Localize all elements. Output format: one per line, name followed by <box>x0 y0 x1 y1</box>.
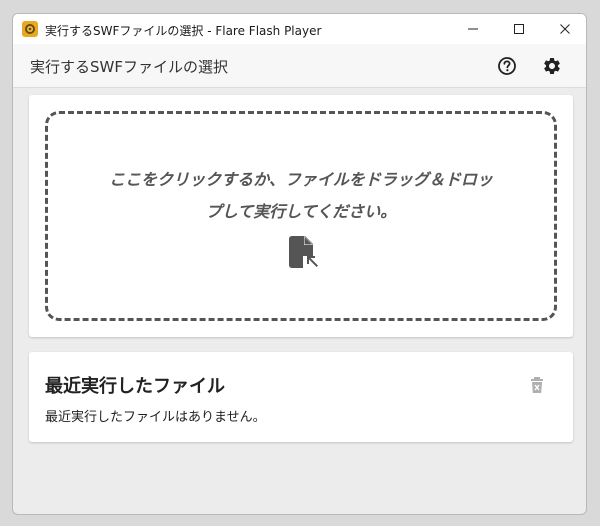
window-title: 実行するSWFファイルの選択 - Flare Flash Player <box>45 24 322 38</box>
close-button[interactable] <box>542 14 586 44</box>
maximize-button[interactable] <box>496 14 542 44</box>
title-bar[interactable]: 実行するSWFファイルの選択 - Flare Flash Player <box>13 14 586 44</box>
recent-files-title: 最近実行したファイル <box>45 376 225 397</box>
app-window: 実行するSWFファイルの選択 - Flare Flash Player 実行する… <box>12 13 587 515</box>
page-title: 実行するSWFファイルの選択 <box>30 58 228 76</box>
flare-app-icon <box>22 21 38 37</box>
recent-files-empty-message: 最近実行したファイルはありません。 <box>45 410 266 425</box>
help-circle-icon <box>498 57 516 75</box>
minimize-button[interactable] <box>450 14 496 44</box>
minimize-icon <box>468 28 478 30</box>
drop-instructions: ここをクリックするか、ファイルをドラッグ＆ドロッ プして実行してください。 <box>68 164 534 228</box>
app-header: 実行するSWFファイルの選択 <box>13 44 586 88</box>
recent-files-card: 最近実行したファイル 最近実行したファイルはありません。 <box>29 352 573 442</box>
drop-instructions-line2: プして実行してください。 <box>205 202 397 221</box>
maximize-icon <box>514 24 524 34</box>
file-select-card: ここをクリックするか、ファイルをドラッグ＆ドロッ プして実行してください。 <box>29 95 573 337</box>
drop-instructions-line1: ここをクリックするか、ファイルをドラッグ＆ドロッ <box>109 170 493 189</box>
clear-recent-button[interactable] <box>527 375 547 395</box>
file-drop-zone[interactable]: ここをクリックするか、ファイルをドラッグ＆ドロッ プして実行してください。 <box>45 111 557 321</box>
gear-icon <box>544 58 560 74</box>
close-icon <box>560 24 570 34</box>
file-open-icon <box>289 236 318 268</box>
settings-button[interactable] <box>540 54 564 78</box>
trash-icon <box>531 377 543 393</box>
help-button[interactable] <box>495 54 519 78</box>
